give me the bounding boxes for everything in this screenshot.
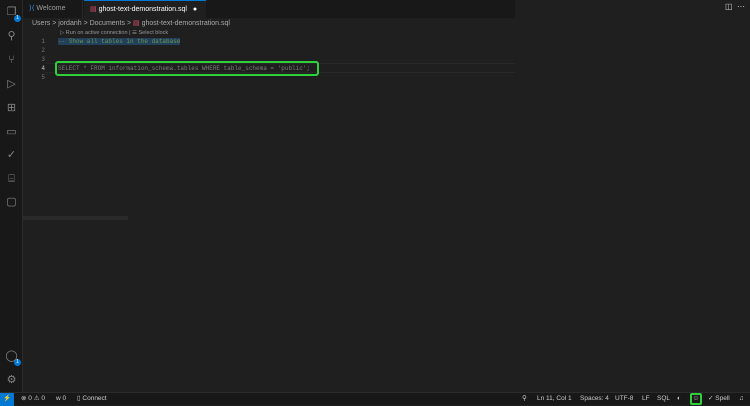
line-number: 4 <box>41 65 45 72</box>
line-number: 1 <box>41 38 45 45</box>
search-icon[interactable]: ⚲ <box>4 29 19 44</box>
encoding[interactable]: UTF-8 <box>615 393 633 405</box>
error-count: 0 <box>28 395 32 402</box>
breadcrumb-item[interactable]: jordanh <box>58 20 81 27</box>
highlight-box <box>55 61 319 76</box>
problems-indicator[interactable]: ⊗ 0 ⚠ 0 <box>21 393 45 405</box>
tab-welcome[interactable]: ⟩⟨ Welcome <box>23 0 83 18</box>
accounts-badge: 1 <box>14 359 21 366</box>
more-actions-icon[interactable]: ⋯ <box>737 2 745 11</box>
line-number: 3 <box>41 56 45 63</box>
select-block[interactable]: ☰ Select block <box>132 30 168 36</box>
remote-icon[interactable]: ⚡ <box>0 393 14 406</box>
spell-check[interactable]: ✓ Spell <box>708 393 730 405</box>
status-bar: ⚡ ⊗ 0 ⚠ 0 ᴡ 0 ▯ Connect ⚲ Ln 11, Col 1 S… <box>0 392 750 406</box>
horizontal-scrollbar[interactable] <box>22 216 128 220</box>
sql-file-icon: ▤ <box>90 6 97 13</box>
tab-label: Welcome <box>36 5 66 12</box>
json-icon[interactable]: ▭ <box>4 125 19 140</box>
run-on-active-connection[interactable]: ▷ Run on active connection <box>60 30 128 36</box>
spell-label: Spell <box>715 395 730 402</box>
end-of-line[interactable]: LF <box>642 393 650 405</box>
explorer-icon[interactable]: ❐ 1 <box>4 5 21 22</box>
code-comment[interactable]: -- Show all tables in the database <box>58 38 181 45</box>
split-editor-icon[interactable]: ◫ <box>725 2 733 11</box>
copilot-icon[interactable]: ☺ <box>690 393 702 405</box>
line-number: 2 <box>41 47 45 54</box>
line-number: 5 <box>41 74 45 81</box>
sql-file-icon: ▤ <box>133 20 140 27</box>
tab-bar-actions: ◫ ⋯ <box>515 0 750 18</box>
notifications-bell-icon[interactable]: ♫ <box>739 393 744 405</box>
language-mode[interactable]: SQL <box>657 393 670 405</box>
breadcrumb-item[interactable]: Documents <box>90 20 125 27</box>
indentation[interactable]: Spaces: 4 <box>580 393 609 405</box>
chat-icon[interactable]: ▢ <box>4 195 19 210</box>
breadcrumb: Users > jordanh > Documents > ▤ ghost-te… <box>32 20 230 27</box>
ports-count: 0 <box>62 395 67 402</box>
separator: | <box>129 30 131 36</box>
vscode-icon: ⟩⟨ <box>29 5 35 12</box>
breadcrumb-item[interactable]: Users <box>32 20 50 27</box>
activity-bar: ❐ 1 ⚲ ⑂ ▷ ⊞ ▭ ✓ ⌸ ▢ ◯ 1 ⚙ <box>0 0 23 392</box>
theme-icon[interactable]: ◐ <box>677 393 681 405</box>
tab-label: ghost-text-demonstration.sql <box>98 6 187 13</box>
cursor-position[interactable]: Ln 11, Col 1 <box>537 393 572 405</box>
tab-ghost-text-sql[interactable]: ▤ ghost-text-demonstration.sql ● <box>84 0 206 18</box>
settings-gear-icon[interactable]: ⚙ <box>4 373 19 388</box>
pin-icon[interactable]: ⚲ <box>522 393 527 405</box>
breadcrumb-item[interactable]: ghost-text-demonstration.sql <box>142 20 230 27</box>
codelens: ▷ Run on active connection | ☰ Select bl… <box>60 30 168 36</box>
tab-bar: ⟩⟨ Welcome ▤ ghost-text-demonstration.sq… <box>23 0 515 18</box>
warning-count: 0 <box>41 395 45 402</box>
explorer-badge: 1 <box>14 15 21 22</box>
run-debug-icon[interactable]: ▷ <box>4 77 19 92</box>
database-icon[interactable]: ⌸ <box>4 172 19 187</box>
accounts-icon[interactable]: ◯ 1 <box>4 349 21 366</box>
ports-indicator[interactable]: ᴡ 0 <box>56 393 66 405</box>
extensions-icon[interactable]: ⊞ <box>4 101 19 116</box>
connect-button[interactable]: ▯ Connect <box>77 393 107 405</box>
testing-icon[interactable]: ✓ <box>4 148 19 163</box>
modified-dot[interactable]: ● <box>193 6 197 13</box>
source-control-icon[interactable]: ⑂ <box>4 53 19 68</box>
connect-label: Connect <box>82 395 107 402</box>
